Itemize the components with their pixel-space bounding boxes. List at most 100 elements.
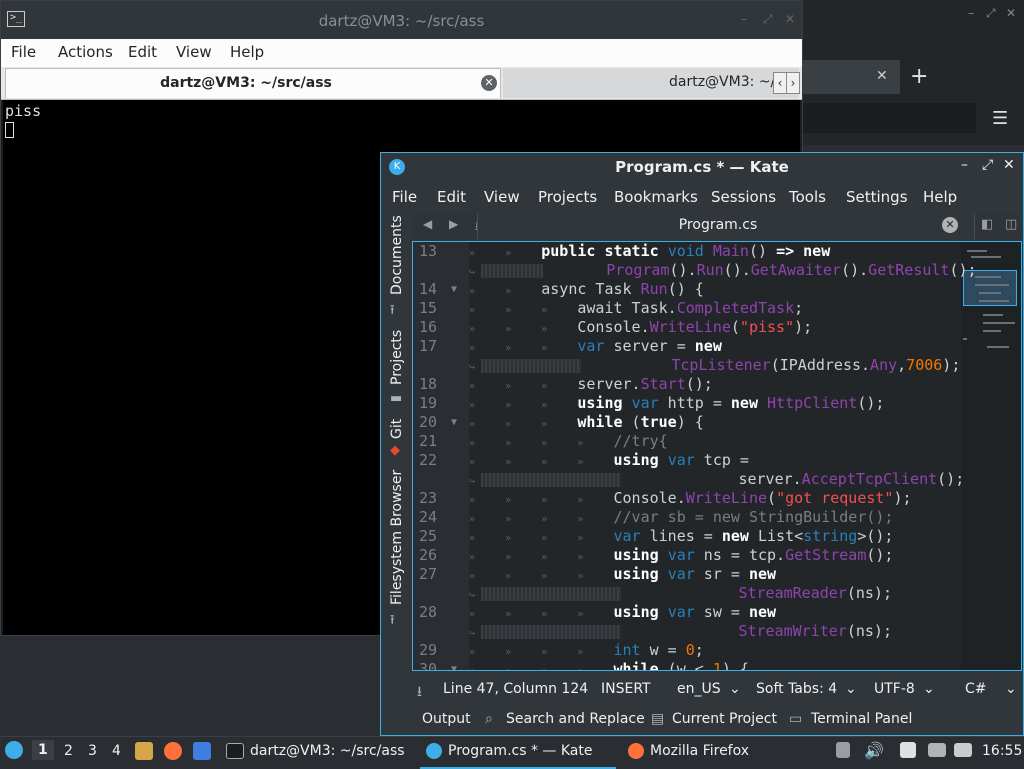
sidebar-projects[interactable]: Projects [389,330,405,385]
toolview-bar: Output ⌕ Search and Replace ▤ Current Pr… [413,709,1023,735]
menu-help[interactable]: Help [923,188,957,206]
tab-program-cs[interactable]: Program.cs ✕ [477,213,975,239]
encoding-select[interactable]: UTF-8 [874,681,915,697]
line-number: 21 [418,432,437,450]
clock[interactable]: 16:55 [982,743,1022,759]
upload-icon: ⭱ [390,303,395,318]
menu-bar: File Actions Edit View Help [1,39,802,67]
menu-settings[interactable]: Settings [846,188,908,206]
close-window-icon[interactable]: ✕ [785,12,795,26]
task-firefox[interactable]: Mozilla Firefox [622,739,802,767]
tab-active[interactable]: dartz@VM3: ~/src/ass ✕ [5,68,501,98]
upload-icon: ⭱ [390,613,395,628]
maximize-icon[interactable]: ⤢ [982,157,993,173]
toolview-output[interactable]: Output [422,711,471,727]
sidebar-documents[interactable]: Documents [389,215,405,295]
line-number: 20 [418,413,437,431]
input-mode[interactable]: INSERT [601,681,651,697]
nav-forward-icon[interactable]: ▶ [449,217,458,231]
toolview-current-project[interactable]: Current Project [672,711,777,727]
updates-icon[interactable] [954,742,972,758]
sidebar-git[interactable]: Git [389,419,405,439]
indent-select[interactable]: Soft Tabs: 4 [756,681,837,697]
close-tab-icon[interactable]: ✕ [481,75,497,91]
scroll-left-icon[interactable]: ‹ [773,72,787,94]
terminal-icon: ▭ [789,711,803,727]
menu-view[interactable]: View [484,188,520,206]
new-tab-icon[interactable]: + [910,64,928,89]
split-view-icon[interactable]: ◧ [981,217,993,232]
taskbar: 1 2 3 4 dartz@VM3: ~/src/ass Program.cs … [0,736,1024,769]
line-number: 22 [418,451,437,469]
desktop-2[interactable]: 2 [64,743,73,759]
menu-edit[interactable]: Edit [128,43,157,61]
line-number: 26 [418,546,437,564]
line-number: 28 [418,603,437,621]
show-desktop-icon[interactable] [193,742,211,760]
tab-inactive[interactable]: dartz@VM3: ~/ ‹ › [503,68,800,98]
desktop-3[interactable]: 3 [88,743,97,759]
scroll-right-icon[interactable]: › [786,72,800,94]
menu-tools[interactable]: Tools [789,188,826,206]
search-icon: ⌕ [485,711,493,727]
file-manager-icon[interactable] [135,742,153,760]
cursor-position[interactable]: Line 47, Column 124 [443,681,588,697]
task-kate[interactable]: Program.cs * — Kate [420,739,616,769]
title-bar[interactable]: K Program.cs * — Kate – ⤢ ✕ [381,153,1023,181]
close-window-icon[interactable]: ✕ [1006,6,1016,20]
line-number: 17 [418,337,437,355]
line-number: 18 [418,375,437,393]
download-icon[interactable]: ⭳ [417,681,422,705]
menu-projects[interactable]: Projects [538,188,597,206]
menu-edit[interactable]: Edit [437,188,466,206]
clipboard-icon[interactable] [836,742,850,758]
maximize-icon[interactable]: ⤢ [763,12,773,27]
project-icon: ▤ [651,711,665,727]
line-number: 13 [418,242,437,260]
minimize-icon[interactable]: – [968,6,974,20]
window-title: dartz@VM3: ~/src/ass [318,12,485,30]
toolview-search-replace[interactable]: Search and Replace [506,711,645,727]
title-bar[interactable]: >_ dartz@VM3: ~/src/ass – ⤢ ✕ [1,1,802,39]
firefox-icon[interactable] [164,742,182,760]
firefox-window: ✕ + ☰ – ⤢ ✕ [800,0,1024,145]
chevron-down-icon: ⌄ [845,681,857,697]
close-tab-icon[interactable]: ✕ [876,68,888,84]
syntax-select[interactable]: C# [965,681,987,697]
menu-bookmarks[interactable]: Bookmarks [614,188,698,206]
task-terminal[interactable]: dartz@VM3: ~/src/ass [220,739,412,767]
menu-file[interactable]: File [392,188,417,206]
minimize-icon[interactable]: – [961,157,968,173]
toolview-terminal-panel[interactable]: Terminal Panel [811,711,912,727]
line-number: 19 [418,394,437,412]
menu-file[interactable]: File [11,43,36,61]
maximize-icon[interactable]: ⤢ [986,6,996,21]
close-tab-icon[interactable]: ✕ [942,217,958,233]
desktop-4[interactable]: 4 [112,743,121,759]
desktop-1[interactable]: 1 [32,740,54,760]
hamburger-menu-icon[interactable]: ☰ [992,108,1008,129]
window-title: Program.cs * — Kate [615,158,789,176]
sidebar-filesystem-browser[interactable]: Filesystem Browser [389,470,405,605]
dictionary-select[interactable]: en_US [677,681,721,697]
menu-view[interactable]: View [176,43,212,61]
code-editor[interactable]: 13» » public static void Main() => new ↪… [412,241,1022,671]
address-bar[interactable] [800,103,976,133]
volume-icon[interactable]: 🔊 [864,741,884,760]
network-icon[interactable] [928,742,946,758]
menu-help[interactable]: Help [230,43,264,61]
menu-sessions[interactable]: Sessions [711,188,776,206]
tab-label: Program.cs [678,217,758,233]
status-bar: ⭳ Line 47, Column 124 INSERT en_US ⌄ Sof… [413,677,1023,703]
line-number: 23 [418,489,437,507]
tab-label: dartz@VM3: ~/ [669,74,776,90]
menu-actions[interactable]: Actions [58,43,113,61]
nav-back-icon[interactable]: ◀ [423,217,432,231]
notes-icon[interactable] [900,742,916,758]
layout-icon[interactable]: ◫ [1005,217,1017,232]
app-launcher-icon[interactable] [5,741,23,759]
close-window-icon[interactable]: ✕ [1003,157,1015,173]
minimize-icon[interactable]: – [741,12,747,26]
menu-bar: File Edit View Projects Bookmarks Sessio… [381,182,1023,210]
left-sidebar: Documents ⭱ Projects ▬ Git ◆ Filesystem … [383,211,411,671]
